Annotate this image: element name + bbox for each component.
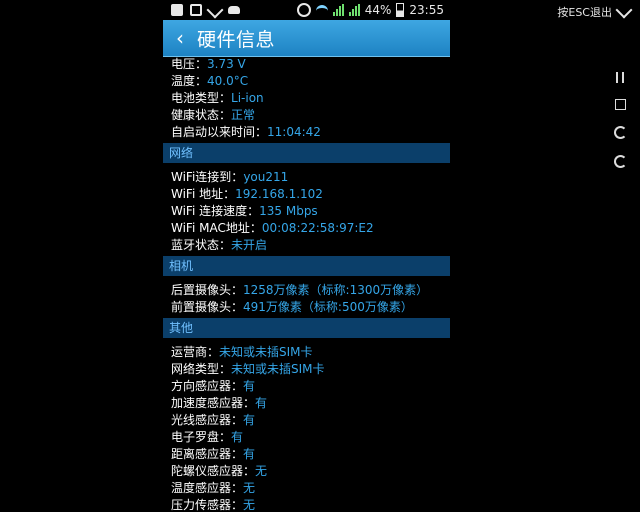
network-row: WiFi 地址：192.168.1.102 bbox=[163, 186, 450, 203]
row-value: 无 bbox=[243, 481, 256, 495]
row-label: 温度感应器： bbox=[171, 481, 244, 495]
row-value: 有 bbox=[255, 396, 268, 410]
row-value: 正常 bbox=[231, 108, 256, 122]
hardware-info-list[interactable]: 电压：3.73 V 温度：40.0°C 电池类型：Li-ion 健康状态：正常 … bbox=[163, 56, 450, 512]
other-row: 压力传感器：无 bbox=[163, 497, 450, 512]
wifi-icon bbox=[315, 4, 328, 16]
row-label: 运营商： bbox=[171, 345, 220, 359]
row-label: WiFi 连接速度： bbox=[171, 204, 260, 218]
row-label: 压力传感器： bbox=[171, 498, 244, 512]
android-icon bbox=[228, 6, 240, 14]
row-value: 3.73 V bbox=[207, 57, 246, 71]
row-value: 有 bbox=[231, 430, 244, 444]
section-other: 其他 bbox=[163, 318, 450, 338]
signal-icon-2 bbox=[348, 4, 360, 16]
page-title: 硬件信息 bbox=[197, 28, 276, 51]
row-value: 00:08:22:58:97:E2 bbox=[261, 221, 374, 235]
section-network: 网络 bbox=[163, 143, 450, 163]
row-label: 自启动以来时间： bbox=[171, 125, 268, 139]
row-label: 蓝牙状态： bbox=[171, 238, 232, 252]
network-row: 蓝牙状态：未开启 bbox=[163, 237, 450, 254]
row-value: 无 bbox=[243, 498, 256, 512]
back-button[interactable]: ‹ bbox=[163, 26, 197, 50]
emulator-right-panel: 按ESC退出 bbox=[550, 0, 640, 512]
row-value: 未知或未插SIM卡 bbox=[219, 345, 313, 359]
other-row: 温度感应器：无 bbox=[163, 480, 450, 497]
row-value: 40.0°C bbox=[207, 74, 249, 88]
row-value: 未知或未插SIM卡 bbox=[231, 362, 325, 376]
other-row: 电子罗盘：有 bbox=[163, 429, 450, 446]
battery-percent: 44% bbox=[364, 3, 392, 17]
status-time: 23:55 bbox=[409, 3, 444, 17]
camera-row: 后置摄像头：1258万像素（标称:1300万像素） bbox=[163, 282, 450, 299]
other-row: 光线感应器：有 bbox=[163, 412, 450, 429]
other-row: 方向感应器：有 bbox=[163, 378, 450, 395]
row-value: you211 bbox=[243, 170, 289, 184]
rotate-right-icon[interactable] bbox=[614, 126, 627, 139]
app-header: ‹ 硬件信息 bbox=[163, 20, 450, 57]
row-label: 健康状态： bbox=[171, 108, 232, 122]
battery-health-row: 健康状态：正常 bbox=[163, 107, 450, 124]
hand-icon bbox=[190, 4, 202, 16]
row-label: 光线感应器： bbox=[171, 413, 244, 427]
row-label: WiFi MAC地址： bbox=[171, 221, 262, 235]
row-label: WiFi 地址： bbox=[171, 187, 236, 201]
row-label: 电池类型： bbox=[171, 91, 232, 105]
side-tool-icons bbox=[614, 72, 627, 168]
battery-temperature-row: 温度：40.0°C bbox=[163, 73, 450, 90]
row-label: 温度： bbox=[171, 74, 208, 88]
row-label: 电压： bbox=[171, 57, 208, 71]
other-row: 运营商：未知或未插SIM卡 bbox=[163, 344, 450, 361]
other-row: 网络类型：未知或未插SIM卡 bbox=[163, 361, 450, 378]
network-row: WiFi 连接速度：135 Mbps bbox=[163, 203, 450, 220]
signal-icon-1 bbox=[332, 4, 344, 16]
row-value: 11:04:42 bbox=[267, 125, 321, 139]
status-left-icons bbox=[163, 1, 240, 19]
row-label: 距离感应器： bbox=[171, 447, 244, 461]
uptime-row: 自启动以来时间：11:04:42 bbox=[163, 124, 450, 141]
network-row: WiFi MAC地址：00:08:22:58:97:E2 bbox=[163, 220, 450, 237]
row-value: 未开启 bbox=[231, 238, 268, 252]
row-value: 有 bbox=[243, 379, 256, 393]
fullscreen-icon[interactable] bbox=[615, 1, 633, 19]
row-label: 网络类型： bbox=[171, 362, 232, 376]
row-label: 后置摄像头： bbox=[171, 283, 244, 297]
row-label: 电子罗盘： bbox=[171, 430, 232, 444]
row-value: 有 bbox=[243, 413, 256, 427]
battery-voltage-row: 电压：3.73 V bbox=[163, 56, 450, 73]
status-right-icons: 44% 23:55 bbox=[296, 3, 450, 17]
rotate-left-icon[interactable] bbox=[614, 155, 627, 168]
network-row: WiFi连接到：you211 bbox=[163, 169, 450, 186]
other-row: 加速度感应器：有 bbox=[163, 395, 450, 412]
phone-screen: 44% 23:55 ‹ 硬件信息 电压：3.73 V 温度：40.0°C 电池类… bbox=[163, 0, 450, 512]
row-value: 135 Mbps bbox=[259, 204, 318, 218]
row-value: 无 bbox=[255, 464, 268, 478]
other-row: 距离感应器：有 bbox=[163, 446, 450, 463]
row-value: 1258万像素（标称:1300万像素） bbox=[243, 283, 429, 297]
row-value: 有 bbox=[243, 447, 256, 461]
status-bar: 44% 23:55 bbox=[163, 0, 450, 20]
row-label: 加速度感应器： bbox=[171, 396, 256, 410]
section-camera: 相机 bbox=[163, 256, 450, 276]
row-label: 前置摄像头： bbox=[171, 300, 244, 314]
battery-icon bbox=[396, 3, 405, 17]
row-value: 491万像素（标称:500万像素） bbox=[243, 300, 413, 314]
pause-icon[interactable] bbox=[616, 72, 624, 83]
row-value: Li-ion bbox=[231, 91, 264, 105]
other-row: 陀螺仪感应器：无 bbox=[163, 463, 450, 480]
battery-section: 电压：3.73 V 温度：40.0°C 电池类型：Li-ion 健康状态：正常 … bbox=[163, 56, 450, 141]
notification-icon bbox=[171, 4, 183, 16]
alarm-clock-icon bbox=[296, 3, 311, 17]
usb-icon bbox=[206, 1, 224, 19]
row-label: 方向感应器： bbox=[171, 379, 244, 393]
battery-type-row: 电池类型：Li-ion bbox=[163, 90, 450, 107]
row-value: 192.168.1.102 bbox=[235, 187, 323, 201]
crop-icon[interactable] bbox=[614, 99, 626, 110]
row-label: 陀螺仪感应器： bbox=[171, 464, 256, 478]
esc-exit-hint[interactable]: 按ESC退出 bbox=[557, 4, 612, 20]
row-label: WiFi连接到： bbox=[171, 170, 244, 184]
camera-row: 前置摄像头：491万像素（标称:500万像素） bbox=[163, 299, 450, 316]
